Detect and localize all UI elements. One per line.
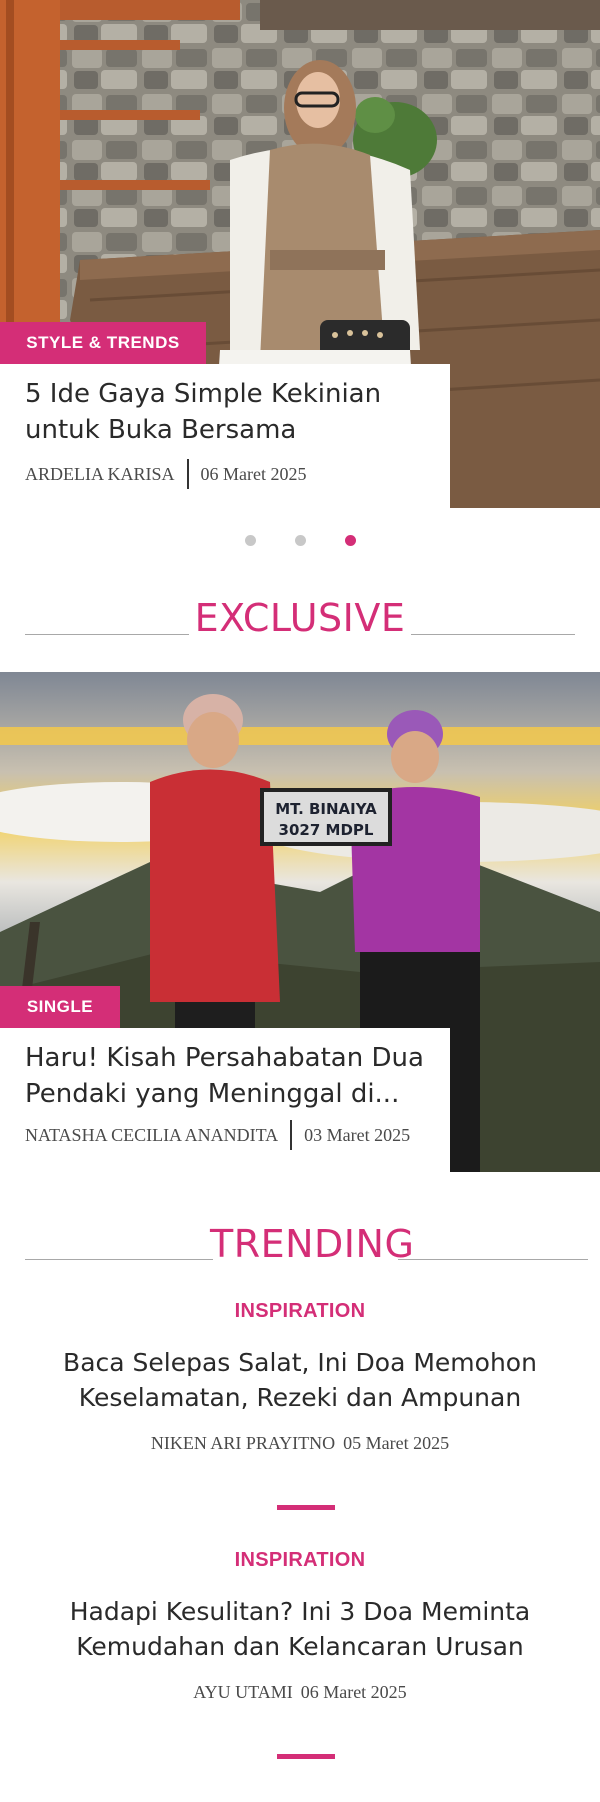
- trending-heading-block: TRENDING: [0, 1222, 600, 1282]
- heading-rule-left: [25, 1259, 213, 1260]
- slide-article-title[interactable]: 5 Ide Gaya Simple Kekinian untuk Buka Be…: [25, 376, 445, 448]
- slide-article-card[interactable]: 5 Ide Gaya Simple Kekinian untuk Buka Be…: [0, 364, 450, 508]
- trending-author[interactable]: AYU UTAMI: [193, 1682, 292, 1702]
- slide-category-badge[interactable]: STYLE & TRENDS: [0, 322, 206, 364]
- sign-line-2: 3027 MDPL: [279, 821, 374, 839]
- byline-separator: [186, 459, 189, 489]
- trending-meta: NIKEN ARI PRAYITNO 05 Maret 2025: [0, 1433, 600, 1454]
- slide-author[interactable]: ARDELIA KARISA: [25, 464, 175, 485]
- trending-meta: AYU UTAMI 06 Maret 2025: [0, 1682, 600, 1703]
- trending-date: 06 Maret 2025: [300, 1682, 407, 1702]
- exclusive-article-card[interactable]: Haru! Kisah Persahabatan Dua Pendaki yan…: [0, 1028, 450, 1172]
- slider-dot-3[interactable]: [345, 535, 356, 546]
- exclusive-heading: EXCLUSIVE: [194, 596, 406, 640]
- exclusive-category-badge[interactable]: SINGLE: [0, 986, 120, 1028]
- slide-date: 06 Maret 2025: [200, 463, 307, 484]
- trending-heading: TRENDING: [210, 1222, 415, 1266]
- heading-rule-right: [398, 1259, 588, 1260]
- slider-dot-2[interactable]: [295, 535, 306, 546]
- trending-divider: [277, 1754, 335, 1759]
- hero-slider[interactable]: STYLE & TRENDS 5 Ide Gaya Simple Kekinia…: [0, 0, 600, 508]
- slider-dot-1[interactable]: [245, 535, 256, 546]
- exclusive-article[interactable]: MT. BINAIYA 3027 MDPL SINGLE Haru! Kisah…: [0, 672, 600, 1172]
- heading-rule-right: [411, 634, 575, 635]
- heading-rule-left: [25, 634, 189, 635]
- trending-divider: [277, 1505, 335, 1510]
- exclusive-author[interactable]: NATASHA CECILIA ANANDITA: [25, 1125, 278, 1146]
- byline-separator: [290, 1120, 293, 1150]
- trending-date: 05 Maret 2025: [343, 1433, 450, 1453]
- trending-title[interactable]: Baca Selepas Salat, Ini Doa Memohon Kese…: [60, 1345, 540, 1415]
- trending-title[interactable]: Hadapi Kesulitan? Ini 3 Doa Meminta Kemu…: [60, 1594, 540, 1664]
- slider-pagination: [0, 535, 600, 551]
- trending-category[interactable]: INSPIRATION: [0, 1300, 600, 1323]
- exclusive-date: 03 Maret 2025: [304, 1124, 411, 1145]
- slide-byline: ARDELIA KARISA 06 Maret 2025: [25, 459, 307, 489]
- trending-item-2[interactable]: INSPIRATION Hadapi Kesulitan? Ini 3 Doa …: [0, 1549, 600, 1703]
- sign-line-1: MT. BINAIYA: [275, 800, 377, 818]
- trending-item-1[interactable]: INSPIRATION Baca Selepas Salat, Ini Doa …: [0, 1300, 600, 1454]
- exclusive-heading-block: EXCLUSIVE: [0, 596, 600, 656]
- trending-category[interactable]: INSPIRATION: [0, 1549, 600, 1572]
- exclusive-article-title[interactable]: Haru! Kisah Persahabatan Dua Pendaki yan…: [25, 1040, 445, 1112]
- trending-author[interactable]: NIKEN ARI PRAYITNO: [151, 1433, 335, 1453]
- exclusive-byline: NATASHA CECILIA ANANDITA 03 Maret 2025: [25, 1118, 411, 1150]
